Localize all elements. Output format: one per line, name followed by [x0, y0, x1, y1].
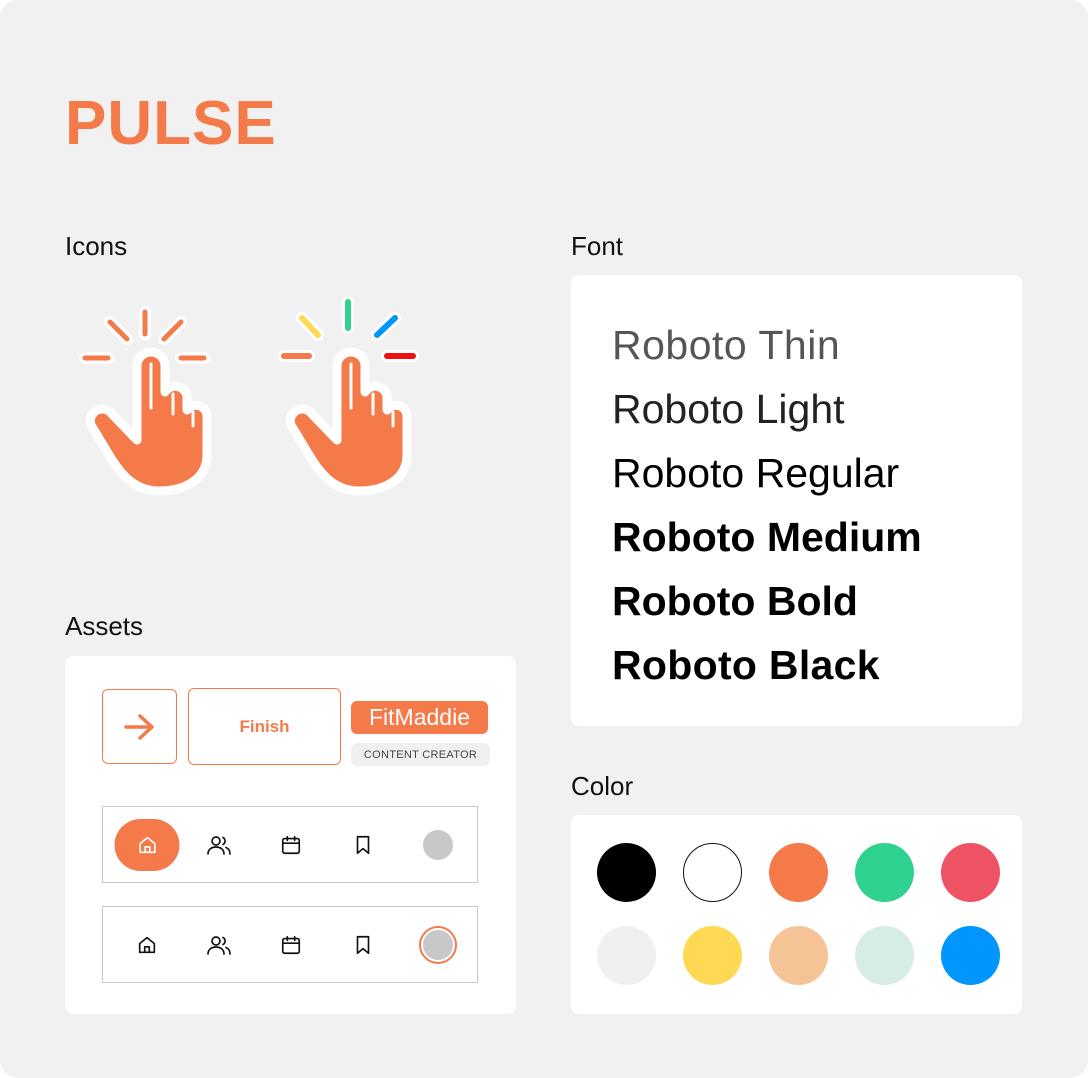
- next-arrow-button[interactable]: [102, 689, 177, 764]
- users-icon: [207, 835, 231, 855]
- font-card: Roboto Thin Roboto Light Roboto Regular …: [571, 275, 1022, 726]
- arrow-right-icon: [123, 713, 154, 740]
- color-swatch: [597, 843, 656, 902]
- avatar: [419, 925, 457, 964]
- color-card: [571, 815, 1022, 1014]
- tap-hand-icon: [79, 306, 212, 496]
- finish-button[interactable]: Finish: [188, 688, 341, 765]
- color-swatch: [769, 926, 828, 985]
- nav-calendar[interactable]: [280, 934, 302, 956]
- calendar-icon: [281, 835, 301, 854]
- font-section-label: Font: [571, 231, 624, 261]
- nav-saved[interactable]: [353, 834, 373, 856]
- creator-name-tag: FitMaddie: [351, 701, 488, 734]
- bookmark-icon: [356, 935, 370, 954]
- font-sample-regular: Roboto Regular: [612, 450, 900, 496]
- color-swatch: [683, 926, 742, 985]
- nav-profile[interactable]: [423, 829, 453, 860]
- icons-row: [65, 290, 515, 510]
- nav-home-active[interactable]: [114, 818, 180, 871]
- icons-section-label: Icons: [65, 231, 128, 261]
- nav-community[interactable]: [206, 833, 232, 857]
- home-icon: [138, 936, 156, 953]
- avatar: [423, 829, 453, 860]
- tap-hand-icon: [278, 296, 419, 496]
- font-sample-bold: Roboto Bold: [612, 578, 858, 624]
- assets-section-label: Assets: [65, 611, 144, 641]
- color-swatch: [855, 926, 914, 985]
- color-swatch: [941, 843, 1000, 902]
- font-sample-medium: Roboto Medium: [612, 514, 922, 560]
- color-swatch: [769, 843, 828, 902]
- bottom-nav-bar: [102, 906, 478, 983]
- color-swatch: [683, 843, 742, 902]
- nav-community[interactable]: [206, 933, 232, 957]
- color-section-label: Color: [571, 771, 634, 801]
- brand-title: PULSE: [65, 89, 277, 158]
- style-guide-board: PULSE Icons Font Assets Color Roboto Thi…: [0, 0, 1088, 1078]
- creator-role-tag: CONTENT CREATOR: [351, 743, 490, 766]
- home-icon: [138, 836, 156, 853]
- color-swatch: [597, 926, 656, 985]
- nav-profile-active[interactable]: [419, 925, 457, 964]
- nav-home[interactable]: [136, 934, 158, 956]
- color-swatch: [941, 926, 1000, 985]
- font-sample-light: Roboto Light: [612, 386, 845, 432]
- bookmark-icon: [356, 835, 370, 854]
- calendar-icon: [281, 935, 301, 954]
- color-swatch: [855, 843, 914, 902]
- nav-saved[interactable]: [353, 934, 373, 956]
- users-icon: [207, 935, 231, 955]
- font-sample-thin: Roboto Thin: [612, 322, 841, 368]
- assets-card: Finish FitMaddie CONTENT CREATOR: [65, 656, 516, 1014]
- bottom-nav-bar: [102, 806, 478, 883]
- font-sample-black: Roboto Black: [612, 642, 880, 688]
- nav-calendar[interactable]: [280, 834, 302, 856]
